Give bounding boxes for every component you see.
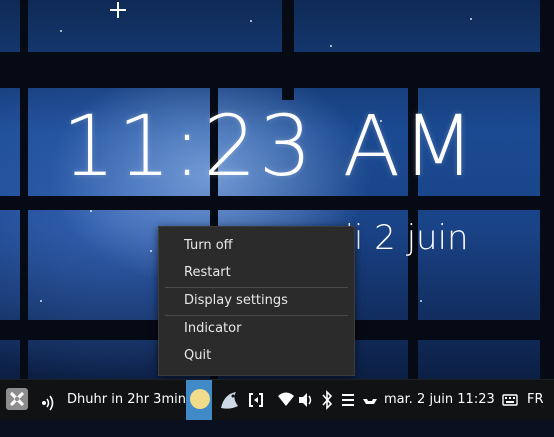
wifi-icon[interactable] (277, 380, 295, 420)
pidgin-icon[interactable] (218, 380, 242, 420)
context-menu: Turn off Restart Display settings Indica… (158, 226, 355, 376)
menu-item-display-settings[interactable]: Display settings (159, 289, 354, 313)
mail-icon[interactable] (361, 380, 379, 420)
panel-datetime[interactable]: mar. 2 juin 11:23 (384, 380, 495, 420)
menu-icon[interactable] (340, 380, 356, 420)
moon-icon[interactable] (190, 389, 210, 409)
menu-item-quit[interactable]: Quit (159, 344, 354, 368)
window-frame (0, 52, 554, 88)
menu-item-turn-off[interactable]: Turn off (159, 234, 354, 258)
bluetooth-icon[interactable] (320, 380, 334, 420)
menu-item-indicator[interactable]: Indicator (159, 317, 354, 341)
star-icon (110, 2, 126, 18)
keyboard-layout-label[interactable]: FR (527, 380, 544, 420)
menu-separator (165, 315, 348, 316)
top-panel: Dhuhr in 2hr 3min mar. 2 juin 11:23 FR (0, 379, 554, 420)
volume-icon[interactable] (297, 380, 315, 420)
keyboard-icon[interactable] (502, 380, 518, 420)
prayer-times-indicator[interactable]: Dhuhr in 2hr 3min (67, 380, 186, 420)
menu-item-restart[interactable]: Restart (159, 261, 354, 285)
signal-icon[interactable] (38, 380, 58, 420)
menu-separator (165, 287, 348, 288)
desktop-clock-time: 11:23 AM (62, 97, 477, 195)
sync-icon[interactable] (246, 380, 266, 420)
distro-logo-icon[interactable] (6, 388, 28, 410)
